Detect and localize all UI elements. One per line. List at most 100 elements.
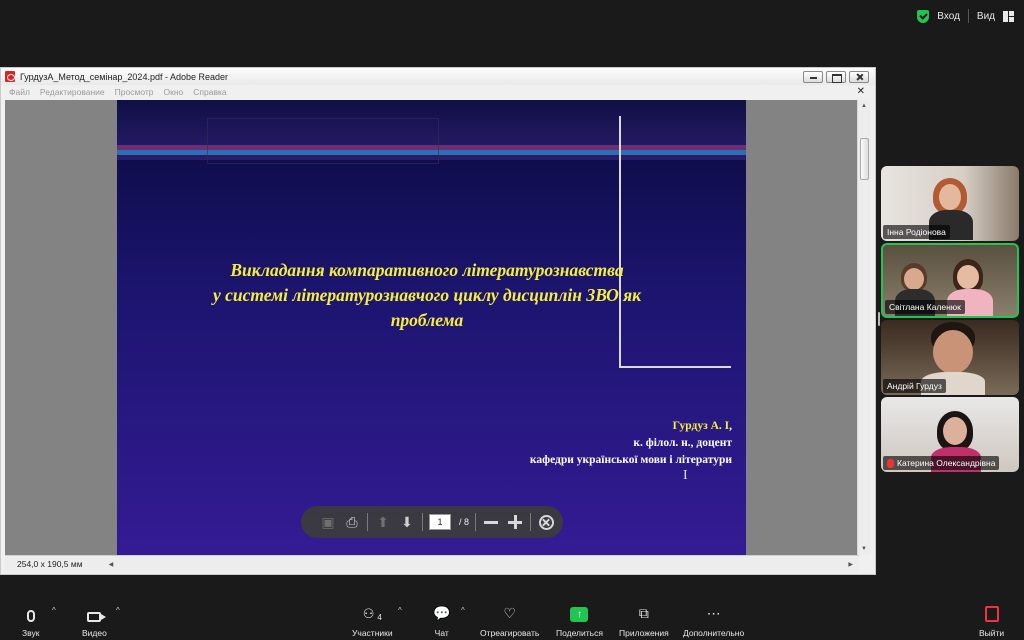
author-name: Гурдуз А. І <box>672 420 730 432</box>
more-button[interactable]: ⋯ Дополнительно <box>683 600 744 638</box>
close-document-icon[interactable]: ✕ <box>857 86 865 97</box>
participant-video <box>904 268 924 290</box>
menu-file[interactable]: Файл <box>9 87 30 97</box>
apps-label: Приложения <box>619 628 669 638</box>
participant-name-label: Катерина Олександрівна <box>883 456 1000 470</box>
react-button[interactable]: ♡ Отреагировать <box>480 600 539 638</box>
grid-view-icon[interactable] <box>1003 10 1014 22</box>
scroll-thumb[interactable] <box>860 138 869 180</box>
scroll-left-icon[interactable]: ◀ <box>109 561 114 568</box>
leave-button[interactable]: Выйти <box>979 600 1004 638</box>
divider <box>422 513 423 531</box>
shield-icon[interactable] <box>917 9 930 23</box>
share-screen-icon: ↑ <box>570 607 589 622</box>
vertical-scrollbar[interactable]: ▲ ▼ <box>857 100 871 555</box>
prev-page-icon[interactable]: ⬆ <box>374 513 392 531</box>
divider <box>530 513 532 531</box>
slide-title-line: проблема <box>390 310 464 330</box>
author-department: кафедри української мови і літератури <box>529 454 732 466</box>
slide-decor-line <box>619 366 731 368</box>
chat-button[interactable]: 💬 Чат <box>433 600 450 638</box>
heart-icon: ♡ <box>503 605 516 621</box>
more-label: Дополнительно <box>683 628 745 638</box>
view-label[interactable]: Вид <box>977 11 995 22</box>
participant-name: Катерина Олександрівна <box>897 458 996 468</box>
microphone-icon <box>26 610 35 622</box>
adobe-statusbar: 254,0 x 190,5 мм ◀ ▶ <box>5 555 859 572</box>
adobe-menubar: Файл Редактирование Просмотр Окно Справк… <box>1 85 875 99</box>
save-icon[interactable]: ▣ <box>319 513 337 531</box>
print-icon[interactable]: ⎙ <box>343 513 361 531</box>
page-number-input[interactable]: 1 <box>429 514 451 530</box>
next-page-icon[interactable]: ⬇ <box>398 513 416 531</box>
participants-button[interactable]: ⚇ 4 Участники <box>352 600 393 638</box>
window-buttons <box>803 71 869 83</box>
apps-button[interactable]: ⧉ Приложения <box>619 600 669 638</box>
top-right-controls: Вход Вид <box>917 9 1014 23</box>
pdf-icon <box>5 71 15 82</box>
audio-button[interactable]: Звук <box>22 600 39 638</box>
react-label: Отреагировать <box>480 628 540 638</box>
window-title: ГурдузА_Метод_семінар_2024.pdf - Adobe R… <box>20 71 229 82</box>
author-degree: к. філол. н., доцент <box>633 437 732 449</box>
leave-label: Выйти <box>979 628 1005 638</box>
apps-icon: ⧉ <box>638 605 649 621</box>
page-size-readout: 254,0 x 190,5 мм <box>17 559 83 569</box>
menu-view[interactable]: Просмотр <box>115 87 154 97</box>
participant-name-label: Інна Родіонова <box>883 225 950 239</box>
zoom-out-icon[interactable] <box>482 513 500 531</box>
menu-edit[interactable]: Редактирование <box>40 87 105 97</box>
adobe-titlebar: ГурдузА_Метод_семінар_2024.pdf - Adobe R… <box>1 68 875 85</box>
participant-name-label: Андрій Гурдуз <box>883 379 946 393</box>
share-label: Поделиться <box>556 628 603 638</box>
page-total: / 8 <box>459 517 470 527</box>
slide-title: Викладання компаративного літературознав… <box>157 258 697 333</box>
exit-fullscreen-icon[interactable] <box>537 513 555 531</box>
maximize-button[interactable] <box>826 71 846 83</box>
chevron-up-icon[interactable]: ^ <box>116 606 120 615</box>
video-label: Видео <box>82 628 107 638</box>
text-cursor-icon: I <box>683 468 688 483</box>
participant-name: Світлана Каленюк <box>889 302 961 312</box>
menu-window[interactable]: Окно <box>164 87 184 97</box>
minimize-button[interactable] <box>803 71 823 83</box>
chevron-up-icon[interactable]: ^ <box>461 606 465 615</box>
audio-label: Звук <box>22 628 40 638</box>
slide-title-line: у системі літературознавчого циклу дисци… <box>213 285 641 305</box>
join-label[interactable]: Вход <box>937 11 960 22</box>
participant-tile-active[interactable]: Світлана Каленюк <box>881 243 1019 318</box>
pdf-floating-toolbar: ▣ ⎙ ⬆ ⬇ 1 / 8 <box>301 506 563 538</box>
participant-video <box>943 417 967 445</box>
scroll-down-icon[interactable]: ▼ <box>861 546 867 552</box>
share-button[interactable]: ↑ Поделиться <box>556 600 603 638</box>
camera-icon <box>87 612 107 622</box>
pane-resize-handle[interactable] <box>878 312 880 326</box>
muted-mic-icon <box>887 458 894 468</box>
slide-author: Гурдуз А. І, к. філол. н., доцент кафедр… <box>530 418 732 469</box>
chat-icon: 💬 <box>433 605 451 621</box>
participant-video <box>939 184 961 210</box>
video-button[interactable]: Видео <box>82 600 107 638</box>
people-icon: ⚇ <box>362 606 375 621</box>
slide-title-line: Викладання компаративного літературознав… <box>230 260 624 280</box>
scroll-up-icon[interactable]: ▲ <box>861 103 867 109</box>
zoom-bottom-toolbar: Звук ^ Видео ^ ⚇ 4 Участники ^ 💬 Чат ^ ♡ … <box>0 590 1024 640</box>
slide-decor-box <box>207 118 439 164</box>
chevron-up-icon[interactable]: ^ <box>398 606 402 615</box>
document-viewport[interactable]: Викладання компаративного літературознав… <box>5 100 859 555</box>
divider <box>475 513 477 531</box>
chevron-up-icon[interactable]: ^ <box>52 606 56 615</box>
scroll-right-icon[interactable]: ▶ <box>848 561 853 568</box>
participant-video <box>957 265 979 289</box>
zoom-in-icon[interactable] <box>506 513 524 531</box>
more-icon: ⋯ <box>706 605 721 621</box>
divider <box>967 9 969 23</box>
participant-name: Андрій Гурдуз <box>887 381 942 391</box>
participant-tile[interactable]: Катерина Олександрівна <box>881 397 1019 472</box>
close-window-button[interactable] <box>849 71 869 83</box>
participant-tile[interactable]: Андрій Гурдуз <box>881 320 1019 395</box>
menu-help[interactable]: Справка <box>193 87 226 97</box>
participant-tile[interactable]: Інна Родіонова <box>881 166 1019 241</box>
pdf-slide: Викладання компаративного літературознав… <box>117 100 746 555</box>
divider <box>367 513 368 531</box>
